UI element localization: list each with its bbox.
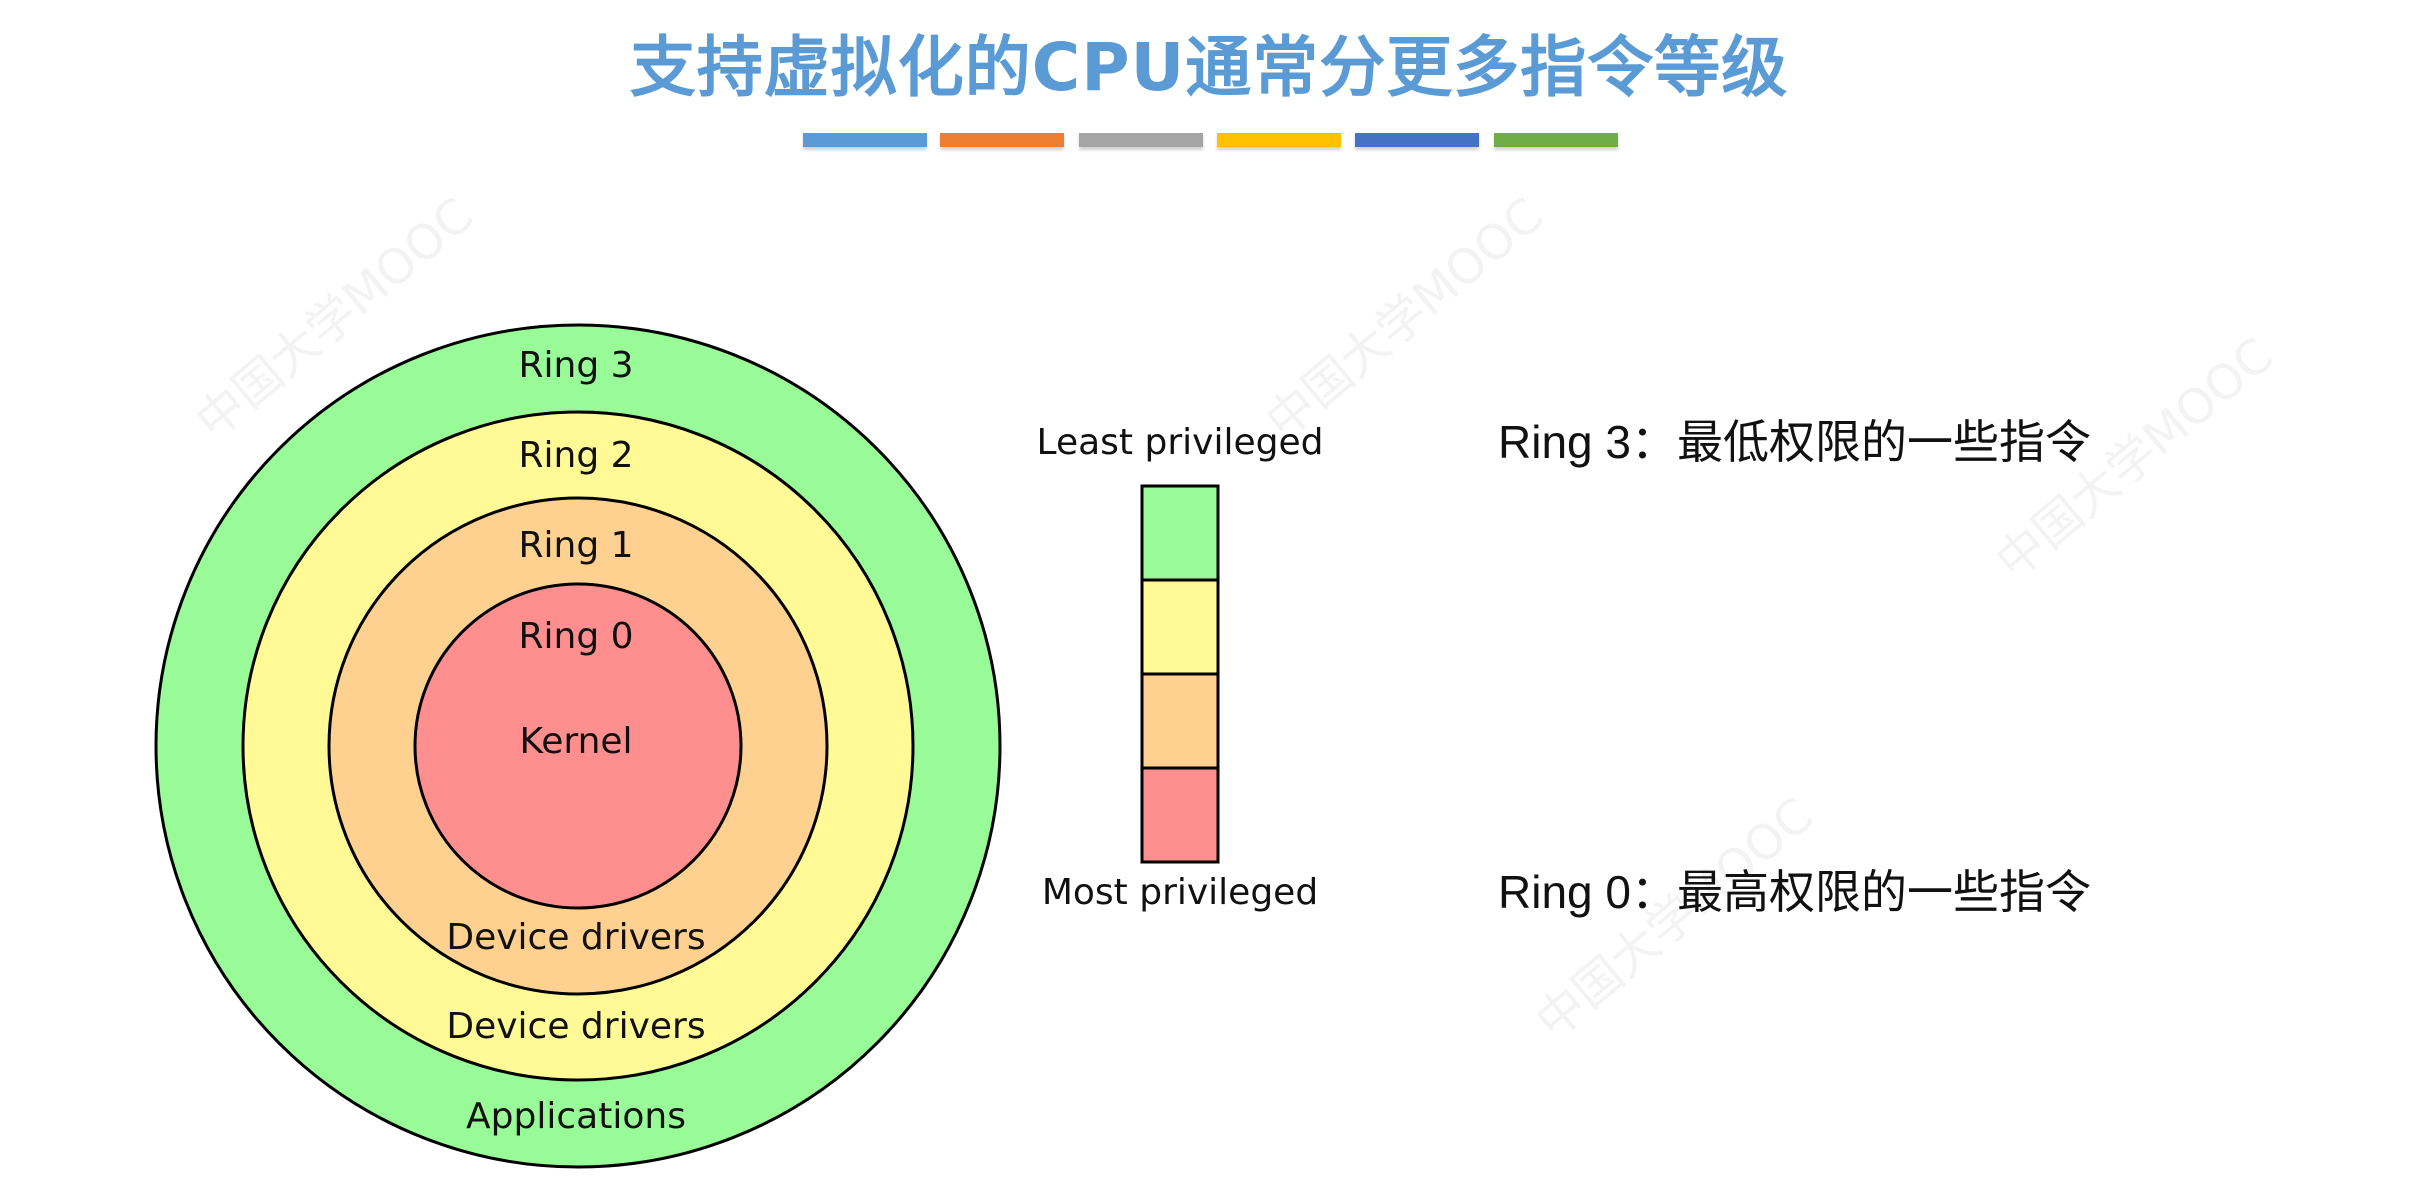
kernel-label: Kernel <box>519 721 632 762</box>
ring-3-note-ring: Ring 3 <box>1498 416 1631 468</box>
applications-label: Applications <box>466 1096 686 1137</box>
ring-3-label: Ring 3 <box>518 345 633 386</box>
ring-2-label: Ring 2 <box>518 435 633 476</box>
ring-1-label: Ring 1 <box>518 525 633 566</box>
privilege-rings-diagram: Ring 3 Ring 2 Ring 1 Ring 0 Kernel Devic… <box>154 323 1324 1169</box>
scale-segment-ring-3 <box>1140 484 1220 582</box>
least-privileged-label: Least privileged <box>1037 422 1324 463</box>
ring-0-note-ring: Ring 0 <box>1498 866 1631 918</box>
ring-0-note: Ring 0：最高权限的一些指令 <box>1498 856 2091 922</box>
ring-0-label: Ring 0 <box>518 616 633 657</box>
ring-3-note-separator: ： <box>1630 415 1677 469</box>
ring-0-note-separator: ： <box>1630 865 1677 919</box>
scale-segment-ring-2 <box>1140 578 1220 676</box>
ring-1-contents-label: Device drivers <box>446 917 705 958</box>
ring-0-note-text: 最高权限的一些指令 <box>1676 865 2091 919</box>
scale-segment-ring-1 <box>1140 672 1220 770</box>
ring-3-note: Ring 3：最低权限的一些指令 <box>1498 406 2091 472</box>
scale-segment-ring-0 <box>1140 766 1220 864</box>
most-privileged-label: Most privileged <box>1042 872 1318 913</box>
ring-2-contents-label: Device drivers <box>446 1006 705 1047</box>
ring-3-note-text: 最低权限的一些指令 <box>1676 415 2091 469</box>
